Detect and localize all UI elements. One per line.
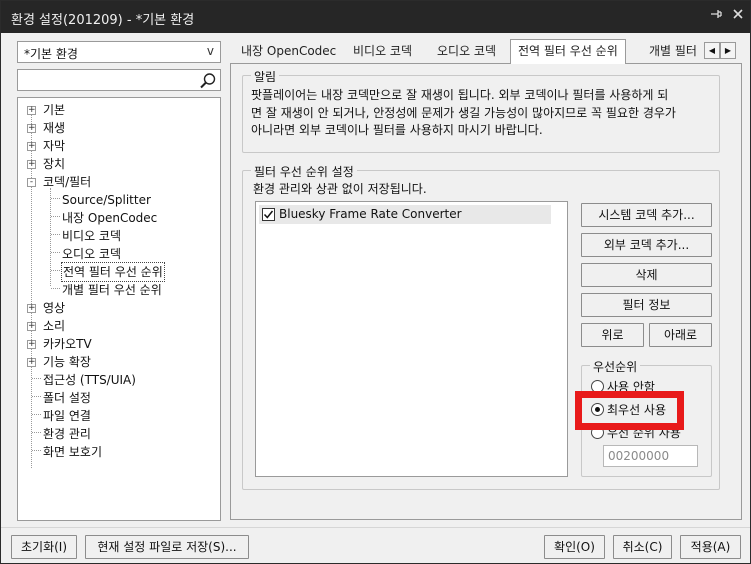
expand-icon[interactable]: + [27, 322, 36, 331]
tree-item-source-splitter[interactable]: Source/Splitter [18, 191, 220, 209]
title-bar[interactable]: 환경 설정(201209) - *기본 환경 [1, 1, 750, 33]
notice-text: 팟플레이어는 내장 코덱만으로 잘 재생이 됩니다. 외부 코덱이나 필터를 사… [251, 88, 676, 137]
expand-icon[interactable]: + [27, 340, 36, 349]
footer-divider [1, 527, 750, 528]
tree-item-extensions[interactable]: + 기능 확장 [18, 353, 220, 371]
apply-button[interactable]: 적용(A) [680, 535, 741, 559]
expand-icon[interactable]: + [27, 142, 36, 151]
priority-order-input[interactable]: 00200000 [603, 445, 698, 467]
add-system-codec-button[interactable]: 시스템 코덱 추가... [581, 203, 712, 227]
filter-info-button[interactable]: 필터 정보 [581, 293, 712, 317]
tree-item-file-association[interactable]: 파일 연결 [18, 407, 220, 425]
tree-item-basic[interactable]: + 기본 [18, 101, 220, 119]
tree-item-individual-filter-priority[interactable]: 개별 필터 우선 순위 [18, 281, 220, 299]
tree-item-video[interactable]: + 영상 [18, 299, 220, 317]
reset-button[interactable]: 초기화(I) [11, 535, 77, 559]
tree-item-playback[interactable]: + 재생 [18, 119, 220, 137]
pin-icon[interactable] [707, 7, 725, 25]
check-icon [263, 210, 274, 219]
tab-global-filter-priority[interactable]: 전역 필터 우선 순위 [510, 39, 626, 64]
tree-item-accessibility[interactable]: 접근성 (TTS/UIA) [18, 371, 220, 389]
cancel-button[interactable]: 취소(C) [613, 535, 672, 559]
ok-button[interactable]: 확인(O) [544, 535, 605, 559]
chevron-down-icon: v [206, 44, 214, 58]
filter-priority-description: 환경 관리와 상관 없이 저장됩니다. [253, 182, 427, 196]
filter-priority-legend: 필터 우선 순위 설정 [251, 163, 357, 180]
tree-item-kakaotv[interactable]: + 카카오TV [18, 335, 220, 353]
collapse-icon[interactable]: - [27, 178, 36, 187]
tab-scroll-right-icon[interactable]: ▶ [720, 42, 736, 59]
tree-item-device[interactable]: + 장치 [18, 155, 220, 173]
expand-icon[interactable]: + [27, 106, 36, 115]
tab-builtin-opencodec[interactable]: 내장 OpenCodec [234, 41, 344, 63]
tab-video-codec[interactable]: 비디오 코덱 [346, 41, 420, 63]
tree-item-codec-filter[interactable]: - 코덱/필터 [18, 173, 220, 191]
filter-name: Bluesky Frame Rate Converter [279, 207, 462, 221]
tab-audio-codec[interactable]: 오디오 코덱 [430, 41, 504, 63]
save-current-settings-button[interactable]: 현재 설정 파일로 저장(S)... [85, 535, 249, 559]
expand-icon[interactable]: + [27, 124, 36, 133]
settings-window: 환경 설정(201209) - *기본 환경 *기본 환경 v + 기본 + 재… [0, 0, 751, 564]
search-icon[interactable] [199, 72, 217, 89]
tree-item-sound[interactable]: + 소리 [18, 317, 220, 335]
add-external-codec-button[interactable]: 외부 코덱 추가... [581, 233, 712, 257]
search-input[interactable] [17, 69, 221, 91]
expand-icon[interactable]: + [27, 358, 36, 367]
preset-select-value: *기본 환경 [24, 47, 78, 61]
tree-item-builtin-opencodec[interactable]: 내장 OpenCodec [18, 209, 220, 227]
move-up-button[interactable]: 위로 [581, 323, 644, 347]
notice-legend: 알림 [251, 68, 280, 85]
highlight-annotation [575, 391, 684, 430]
expand-icon[interactable]: + [27, 160, 36, 169]
tree-item-audio-codec[interactable]: 오디오 코덱 [18, 245, 220, 263]
filter-checkbox[interactable] [262, 208, 275, 221]
close-icon[interactable] [729, 7, 747, 25]
tree-item-global-filter-priority[interactable]: 전역 필터 우선 순위 [18, 262, 220, 282]
tree-item-video-codec[interactable]: 비디오 코덱 [18, 227, 220, 245]
tree-item-folder-settings[interactable]: 폴더 설정 [18, 389, 220, 407]
tab-bar: 내장 OpenCodec 비디오 코덱 오디오 코덱 전역 필터 우선 순위 개… [230, 39, 742, 64]
preset-select[interactable]: *기본 환경 v [17, 41, 221, 63]
tab-scroll-left-icon[interactable]: ◀ [704, 42, 720, 59]
tree-item-subtitle[interactable]: + 자막 [18, 137, 220, 155]
priority-legend: 우선순위 [590, 358, 641, 375]
delete-button[interactable]: 삭제 [581, 263, 712, 287]
tab-individual-filter[interactable]: 개별 필터 [642, 41, 704, 63]
tree-item-environment-management[interactable]: 환경 관리 [18, 425, 220, 443]
settings-tree: + 기본 + 재생 + 자막 + 장치 - 코덱/필터 Source/Splitter 내… [17, 97, 221, 521]
filter-list-item[interactable]: Bluesky Frame Rate Converter [259, 205, 551, 224]
window-title: 환경 설정(201209) - *기본 환경 [11, 13, 195, 28]
tree-item-screensaver[interactable]: 화면 보호기 [18, 443, 220, 461]
filter-list[interactable]: Bluesky Frame Rate Converter [255, 201, 568, 477]
expand-icon[interactable]: + [27, 304, 36, 313]
move-down-button[interactable]: 아래로 [649, 323, 712, 347]
